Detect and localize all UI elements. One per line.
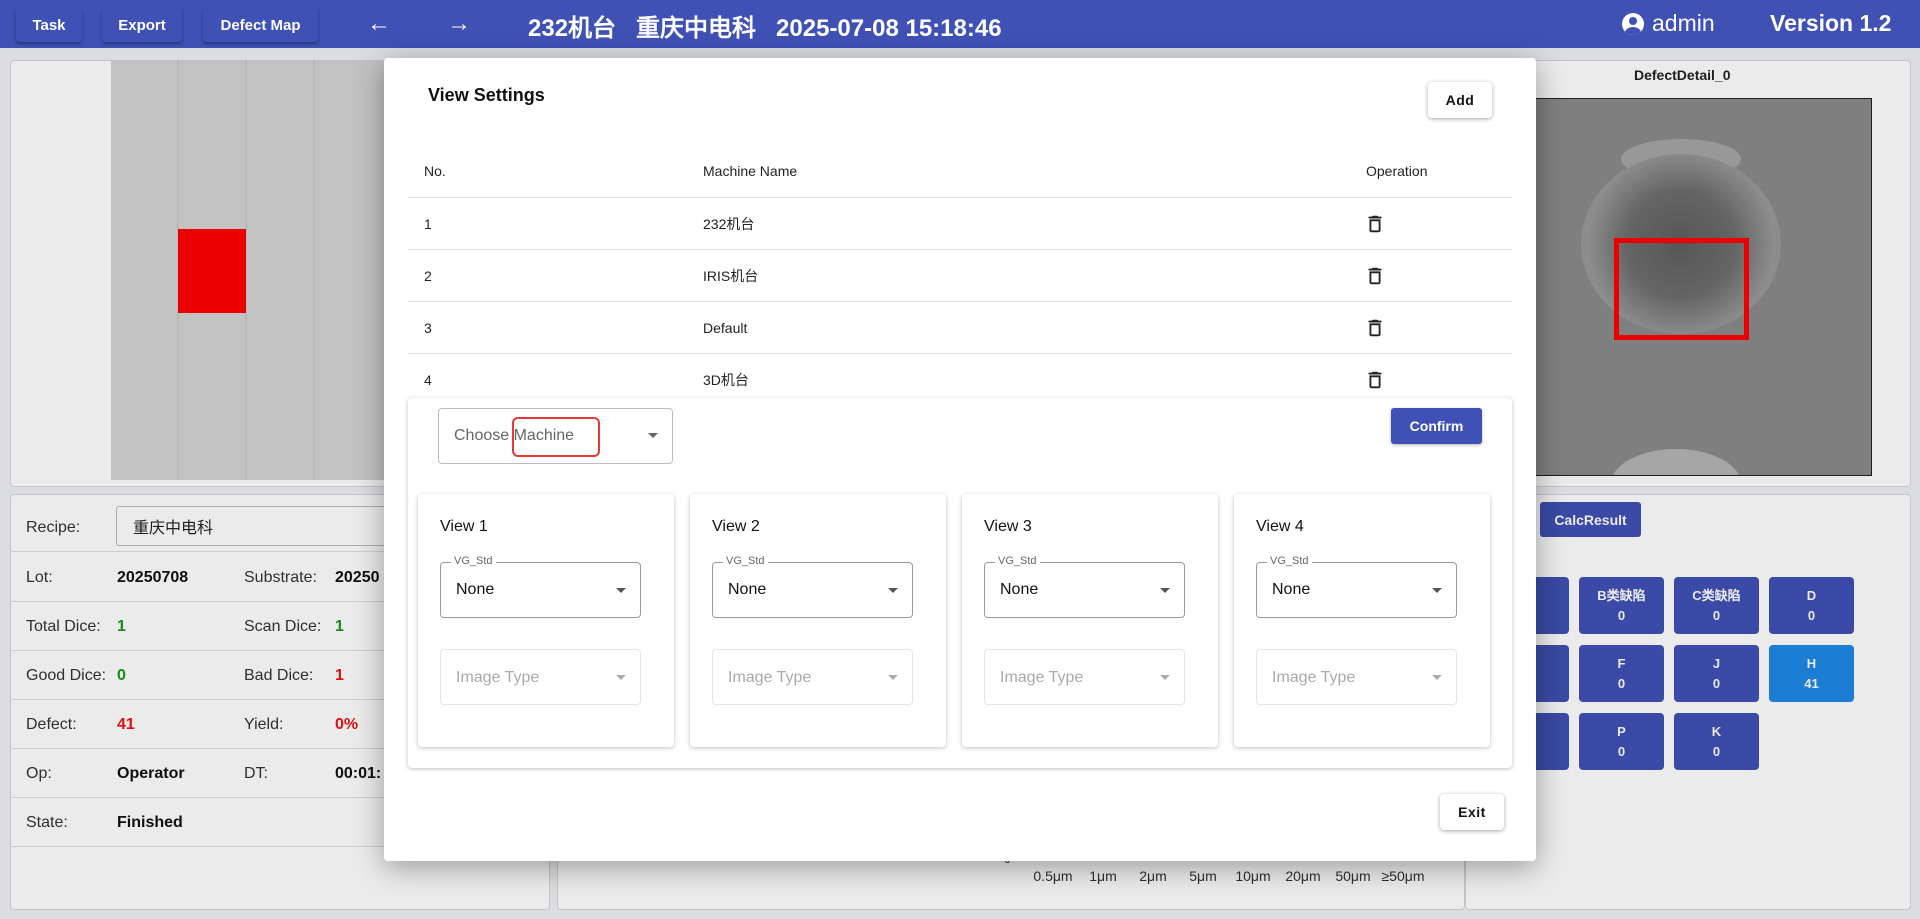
row-no: 2 (424, 267, 432, 284)
view-title: View 1 (440, 518, 488, 535)
select-value: None (1272, 581, 1311, 598)
view-title: View 4 (1256, 518, 1304, 535)
user-menu[interactable]: admin (1622, 10, 1715, 37)
user-name: admin (1652, 10, 1715, 36)
delete-icon[interactable] (1364, 317, 1386, 339)
select-legend: VG_Std (995, 555, 1040, 567)
row-no: 3 (424, 319, 432, 336)
version-label: Version 1.2 (1770, 10, 1892, 36)
row-no: 4 (424, 372, 432, 388)
task-button[interactable]: Task (16, 8, 82, 42)
view-type-select[interactable]: VG_Std None (984, 555, 1185, 618)
dropdown-arrow-icon (616, 675, 626, 680)
select-value: None (1000, 581, 1039, 598)
view-card-2: View 2 VG_Std None Image Type (690, 494, 946, 747)
table-row: 1 232机台 (408, 198, 1512, 250)
image-type-placeholder: Image Type (728, 669, 812, 686)
table-header: No. Machine Name Operation (408, 144, 1512, 198)
dialog-title: View Settings (428, 85, 545, 105)
image-type-select[interactable]: Image Type (984, 649, 1185, 705)
view-settings-dialog: View Settings Add No. Machine Name Opera… (384, 58, 1536, 861)
defect-map-button[interactable]: Defect Map (203, 8, 318, 42)
row-machine-name: 3D机台 (703, 372, 749, 388)
image-type-placeholder: Image Type (456, 669, 540, 686)
column-header-machine-name: Machine Name (703, 162, 798, 179)
dropdown-arrow-icon (616, 588, 626, 593)
account-circle-icon (1622, 12, 1644, 35)
row-machine-name: IRIS机台 (703, 267, 759, 284)
image-type-select[interactable]: Image Type (712, 649, 913, 705)
delete-icon[interactable] (1364, 369, 1386, 391)
select-value: None (456, 581, 495, 598)
choose-machine-select[interactable]: Choose Machine (438, 408, 673, 464)
row-machine-name: 232机台 (703, 215, 755, 232)
top-bar: Task Export Defect Map ← → 232机台 重庆中电科 2… (0, 0, 1920, 48)
delete-icon[interactable] (1364, 213, 1386, 235)
image-type-select[interactable]: Image Type (1256, 649, 1457, 705)
choose-machine-placeholder: Choose Machine (454, 427, 575, 444)
image-type-select[interactable]: Image Type (440, 649, 641, 705)
page-title: 232机台 重庆中电科 2025-07-08 15:18:46 (528, 15, 1002, 42)
view-type-select[interactable]: VG_Std None (712, 555, 913, 618)
row-no: 1 (424, 215, 432, 232)
view-card-4: View 4 VG_Std None Image Type (1234, 494, 1490, 747)
view-card-3: View 3 VG_Std None Image Type (962, 494, 1218, 747)
select-legend: VG_Std (1267, 555, 1312, 567)
image-type-placeholder: Image Type (1000, 669, 1084, 686)
select-legend: VG_Std (451, 555, 496, 567)
view-type-select[interactable]: VG_Std None (1256, 555, 1457, 618)
delete-icon[interactable] (1364, 265, 1386, 287)
view-config-section: Choose Machine Confirm View 1 VG_Std Non… (408, 398, 1512, 768)
dropdown-arrow-icon (1432, 675, 1442, 680)
add-button[interactable]: Add (1428, 82, 1492, 118)
confirm-button[interactable]: Confirm (1391, 408, 1482, 444)
arrow-right-icon[interactable]: → (442, 9, 476, 39)
export-button[interactable]: Export (102, 8, 182, 42)
dropdown-arrow-icon (888, 588, 898, 593)
machine-table: No. Machine Name Operation 1 232机台 2 IRI… (408, 144, 1512, 406)
view-type-select[interactable]: VG_Std None (440, 555, 641, 618)
dropdown-arrow-icon (648, 433, 658, 438)
view-title: View 2 (712, 518, 760, 535)
select-legend: VG_Std (723, 555, 768, 567)
dropdown-arrow-icon (1160, 588, 1170, 593)
view-card-1: View 1 VG_Std None Image Type (418, 494, 674, 747)
column-header-no: No. (424, 162, 446, 179)
row-machine-name: Default (703, 319, 748, 336)
exit-button[interactable]: Exit (1440, 794, 1504, 830)
table-row: 3 Default (408, 302, 1512, 354)
image-type-placeholder: Image Type (1272, 669, 1356, 686)
select-value: None (728, 581, 767, 598)
view-title: View 3 (984, 518, 1032, 535)
dropdown-arrow-icon (1160, 675, 1170, 680)
column-header-operation: Operation (1366, 162, 1428, 179)
table-row: 2 IRIS机台 (408, 250, 1512, 302)
dropdown-arrow-icon (1432, 588, 1442, 593)
dropdown-arrow-icon (888, 675, 898, 680)
arrow-left-icon[interactable]: ← (362, 9, 396, 39)
